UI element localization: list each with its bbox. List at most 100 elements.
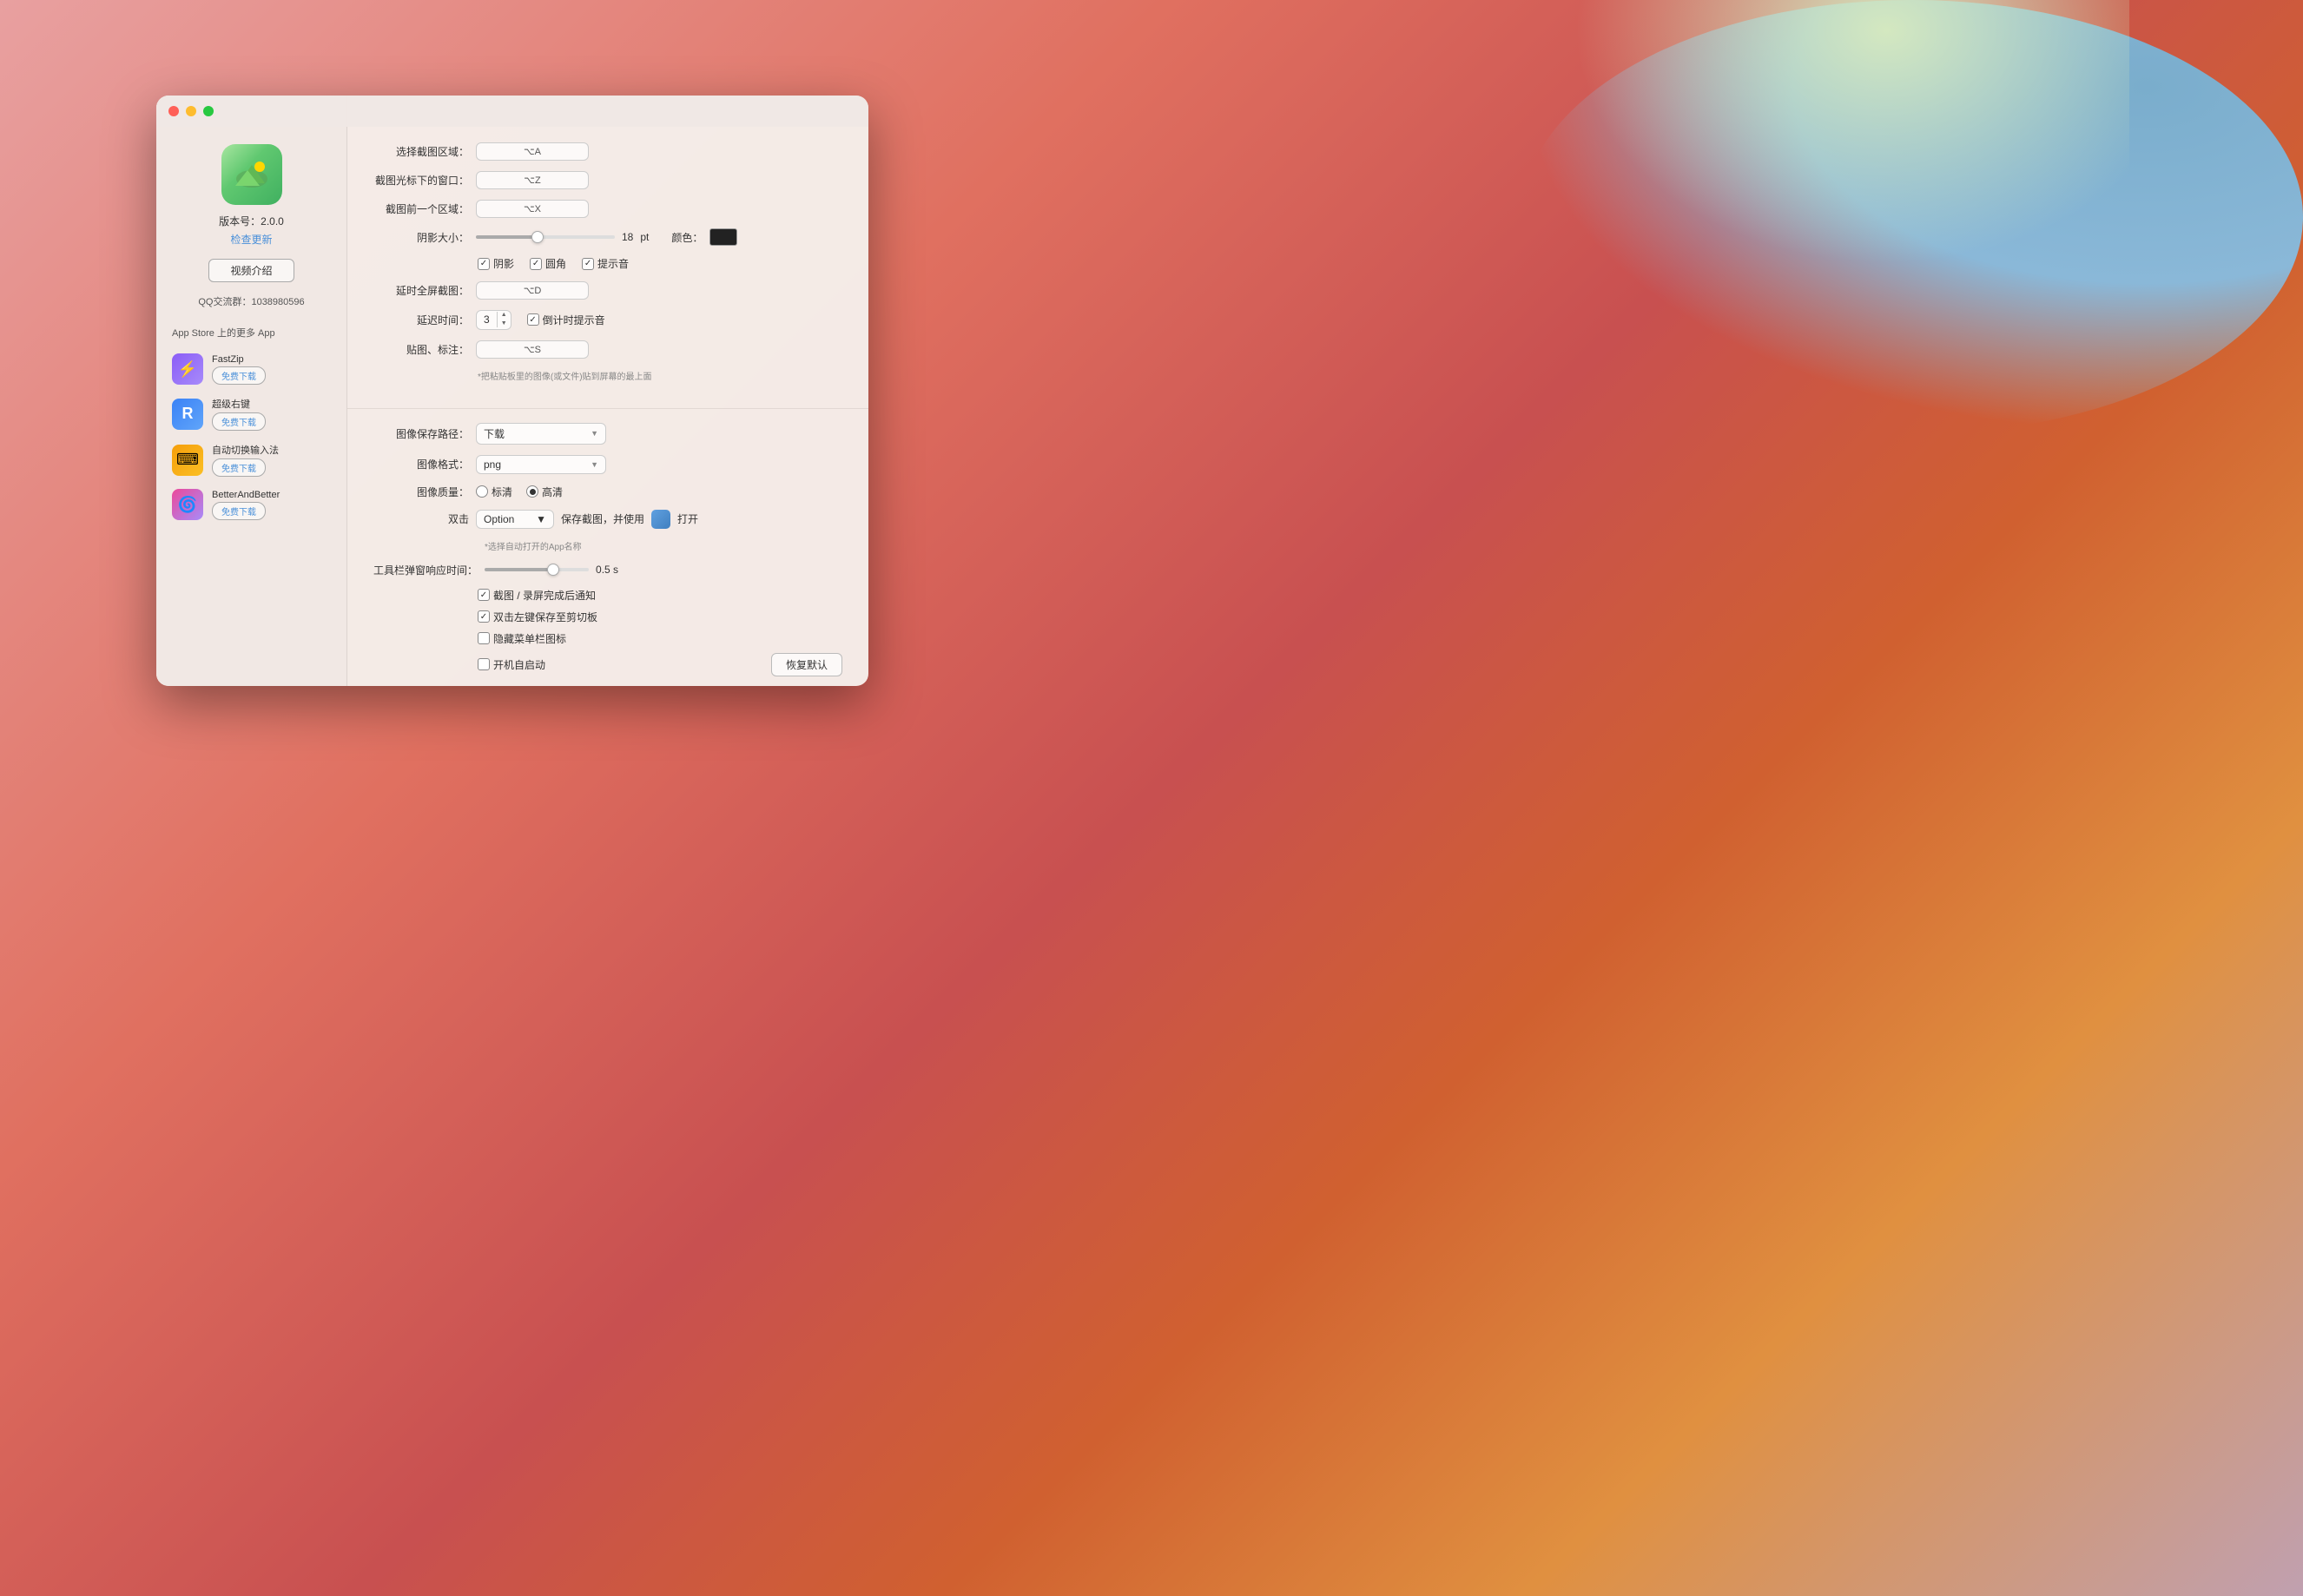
quality-sd-label: 标清 [492, 485, 512, 499]
delay-stepper[interactable]: 3 ▲ ▼ [476, 310, 511, 330]
superright-icon: R [172, 399, 203, 430]
toolbar-row: 工具栏弹窗响应时间： 0.5 s [373, 563, 842, 577]
countdown-checkbox-item: ✓ 倒计时提示音 [527, 313, 605, 327]
shadow-checkbox[interactable]: ✓ [478, 258, 490, 270]
select-area-shortcut[interactable]: ⌥A [476, 142, 589, 161]
close-button[interactable] [168, 106, 179, 116]
shadow-label: 阴影大小： [373, 230, 469, 245]
shadow-row: 阴影大小： 18 pt 颜色： [373, 228, 842, 246]
betterandbetter-download-button[interactable]: 免费下载 [212, 502, 266, 520]
notify-checkbox-item: ✓ 截图 / 录屏完成后通知 [478, 588, 596, 603]
prev-area-label: 截图前一个区域： [373, 201, 469, 216]
quality-label: 图像质量： [373, 485, 469, 499]
quality-hd-label: 高清 [542, 485, 563, 499]
delay-value: 3 [477, 312, 498, 327]
format-select[interactable]: png ▼ [476, 455, 606, 474]
rounded-checkbox-item: ✓ 圆角 [530, 256, 566, 271]
fastzip-name: FastZip [212, 354, 266, 365]
shadow-slider-thumb[interactable] [531, 231, 544, 243]
shadow-slider[interactable] [476, 235, 615, 239]
clipboard-checkbox[interactable]: ✓ [478, 610, 490, 623]
stepper-down[interactable]: ▼ [498, 320, 511, 328]
more-apps-title: App Store 上的更多 App [156, 326, 275, 340]
restore-default-button[interactable]: 恢复默认 [771, 653, 842, 676]
paste-key: ⌥S [524, 344, 541, 355]
app-icon [221, 144, 282, 205]
save-path-arrow: ▼ [591, 429, 598, 438]
maximize-button[interactable] [203, 106, 214, 116]
sound-checkbox-item: ✓ 提示音 [582, 256, 629, 271]
autoinput-info: 自动切换输入法 免费下载 [212, 443, 279, 477]
list-item: 🌀 BetterAndBetter 免费下载 [156, 485, 346, 524]
fullscreen-row: 延时全屏截图： ⌥D [373, 281, 842, 300]
option-arrow: ▼ [536, 513, 546, 525]
toolbar-slider[interactable] [485, 568, 589, 571]
toolbar-slider-thumb[interactable] [547, 564, 559, 576]
quality-sd-radio[interactable] [476, 485, 488, 498]
autoinput-download-button[interactable]: 免费下载 [212, 458, 266, 477]
color-swatch[interactable] [709, 228, 737, 246]
select-area-key: ⌥A [524, 146, 541, 157]
qq-group-label: QQ交流群：1038980596 [198, 294, 304, 308]
stepper-up[interactable]: ▲ [498, 311, 511, 320]
capture-window-label: 截图光标下的窗口： [373, 173, 469, 188]
color-label: 颜色： [668, 230, 703, 245]
save-path-label: 图像保存路径： [373, 426, 469, 441]
double-click-option-value: Option [484, 513, 514, 525]
save-section: 图像保存路径： 下载 ▼ 图像格式： png ▼ 图像质量： [347, 409, 868, 686]
autoinput-icon: ⌨ [172, 445, 203, 476]
bg-decoration2 [1521, 0, 2129, 304]
shadow-slider-group: 18 pt [476, 231, 649, 243]
rounded-checkbox[interactable]: ✓ [530, 258, 542, 270]
double-click-option-select[interactable]: Option ▼ [476, 510, 554, 529]
countdown-checkbox[interactable]: ✓ [527, 313, 539, 326]
prev-area-key: ⌥X [524, 203, 541, 214]
format-label: 图像格式： [373, 457, 469, 472]
capture-window-shortcut[interactable]: ⌥Z [476, 171, 589, 189]
shadow-checkbox-item: ✓ 阴影 [478, 256, 514, 271]
startup-checkbox-item: 开机自启动 [478, 657, 545, 672]
clipboard-checkbox-item: ✓ 双击左键保存至剪切板 [478, 610, 597, 624]
open-btn[interactable]: 打开 [677, 511, 698, 526]
prev-area-shortcut[interactable]: ⌥X [476, 200, 589, 218]
startup-checkbox[interactable] [478, 658, 490, 670]
app-window: 版本号：2.0.0 检查更新 视频介绍 QQ交流群：1038980596 App… [156, 96, 868, 686]
fastzip-download-button[interactable]: 免费下载 [212, 366, 266, 385]
autoinput-name: 自动切换输入法 [212, 443, 279, 457]
list-item: R 超级右键 免费下载 [156, 393, 346, 434]
quality-row: 图像质量： 标清 高清 [373, 485, 842, 499]
fullscreen-key: ⌥D [524, 285, 542, 296]
open-app-icon[interactable] [651, 510, 670, 529]
quality-hd-radio[interactable] [526, 485, 538, 498]
startup-label: 开机自启动 [493, 657, 545, 672]
sound-checkbox[interactable]: ✓ [582, 258, 594, 270]
save-path-value: 下载 [484, 426, 505, 441]
toolbar-value: 0.5 s [596, 564, 618, 576]
save-open-text: 保存截图，并使用 [561, 511, 644, 526]
check-update-link[interactable]: 检查更新 [230, 232, 272, 247]
betterandbetter-info: BetterAndBetter 免费下载 [212, 490, 280, 520]
notify-checkbox[interactable]: ✓ [478, 589, 490, 601]
fastzip-info: FastZip 免费下载 [212, 354, 266, 385]
list-item: ⚡ FastZip 免费下载 [156, 350, 346, 388]
save-path-select[interactable]: 下载 ▼ [476, 423, 606, 445]
hide-menubar-checkbox[interactable] [478, 632, 490, 644]
countdown-label: 倒计时提示音 [543, 313, 605, 327]
capture-window-row: 截图光标下的窗口： ⌥Z [373, 171, 842, 189]
paste-shortcut[interactable]: ⌥S [476, 340, 589, 359]
hide-menubar-row: 隐藏菜单栏图标 [373, 631, 842, 646]
rounded-checkbox-label: 圆角 [545, 256, 566, 271]
video-intro-button[interactable]: 视频介绍 [208, 259, 294, 282]
format-row: 图像格式： png ▼ [373, 455, 842, 474]
fastzip-icon: ⚡ [172, 353, 203, 385]
shadow-checkbox-label: 阴影 [493, 256, 514, 271]
minimize-button[interactable] [186, 106, 196, 116]
select-area-row: 选择截图区域： ⌥A [373, 142, 842, 161]
main-content: 选择截图区域： ⌥A 截图光标下的窗口： ⌥Z 截图前一个区域： ⌥X [347, 96, 868, 686]
superright-info: 超级右键 免费下载 [212, 397, 266, 431]
stepper-arrows: ▲ ▼ [498, 311, 511, 329]
superright-download-button[interactable]: 免费下载 [212, 412, 266, 431]
titlebar [156, 96, 868, 127]
quality-sd-item: 标清 [476, 485, 512, 499]
fullscreen-shortcut[interactable]: ⌥D [476, 281, 589, 300]
